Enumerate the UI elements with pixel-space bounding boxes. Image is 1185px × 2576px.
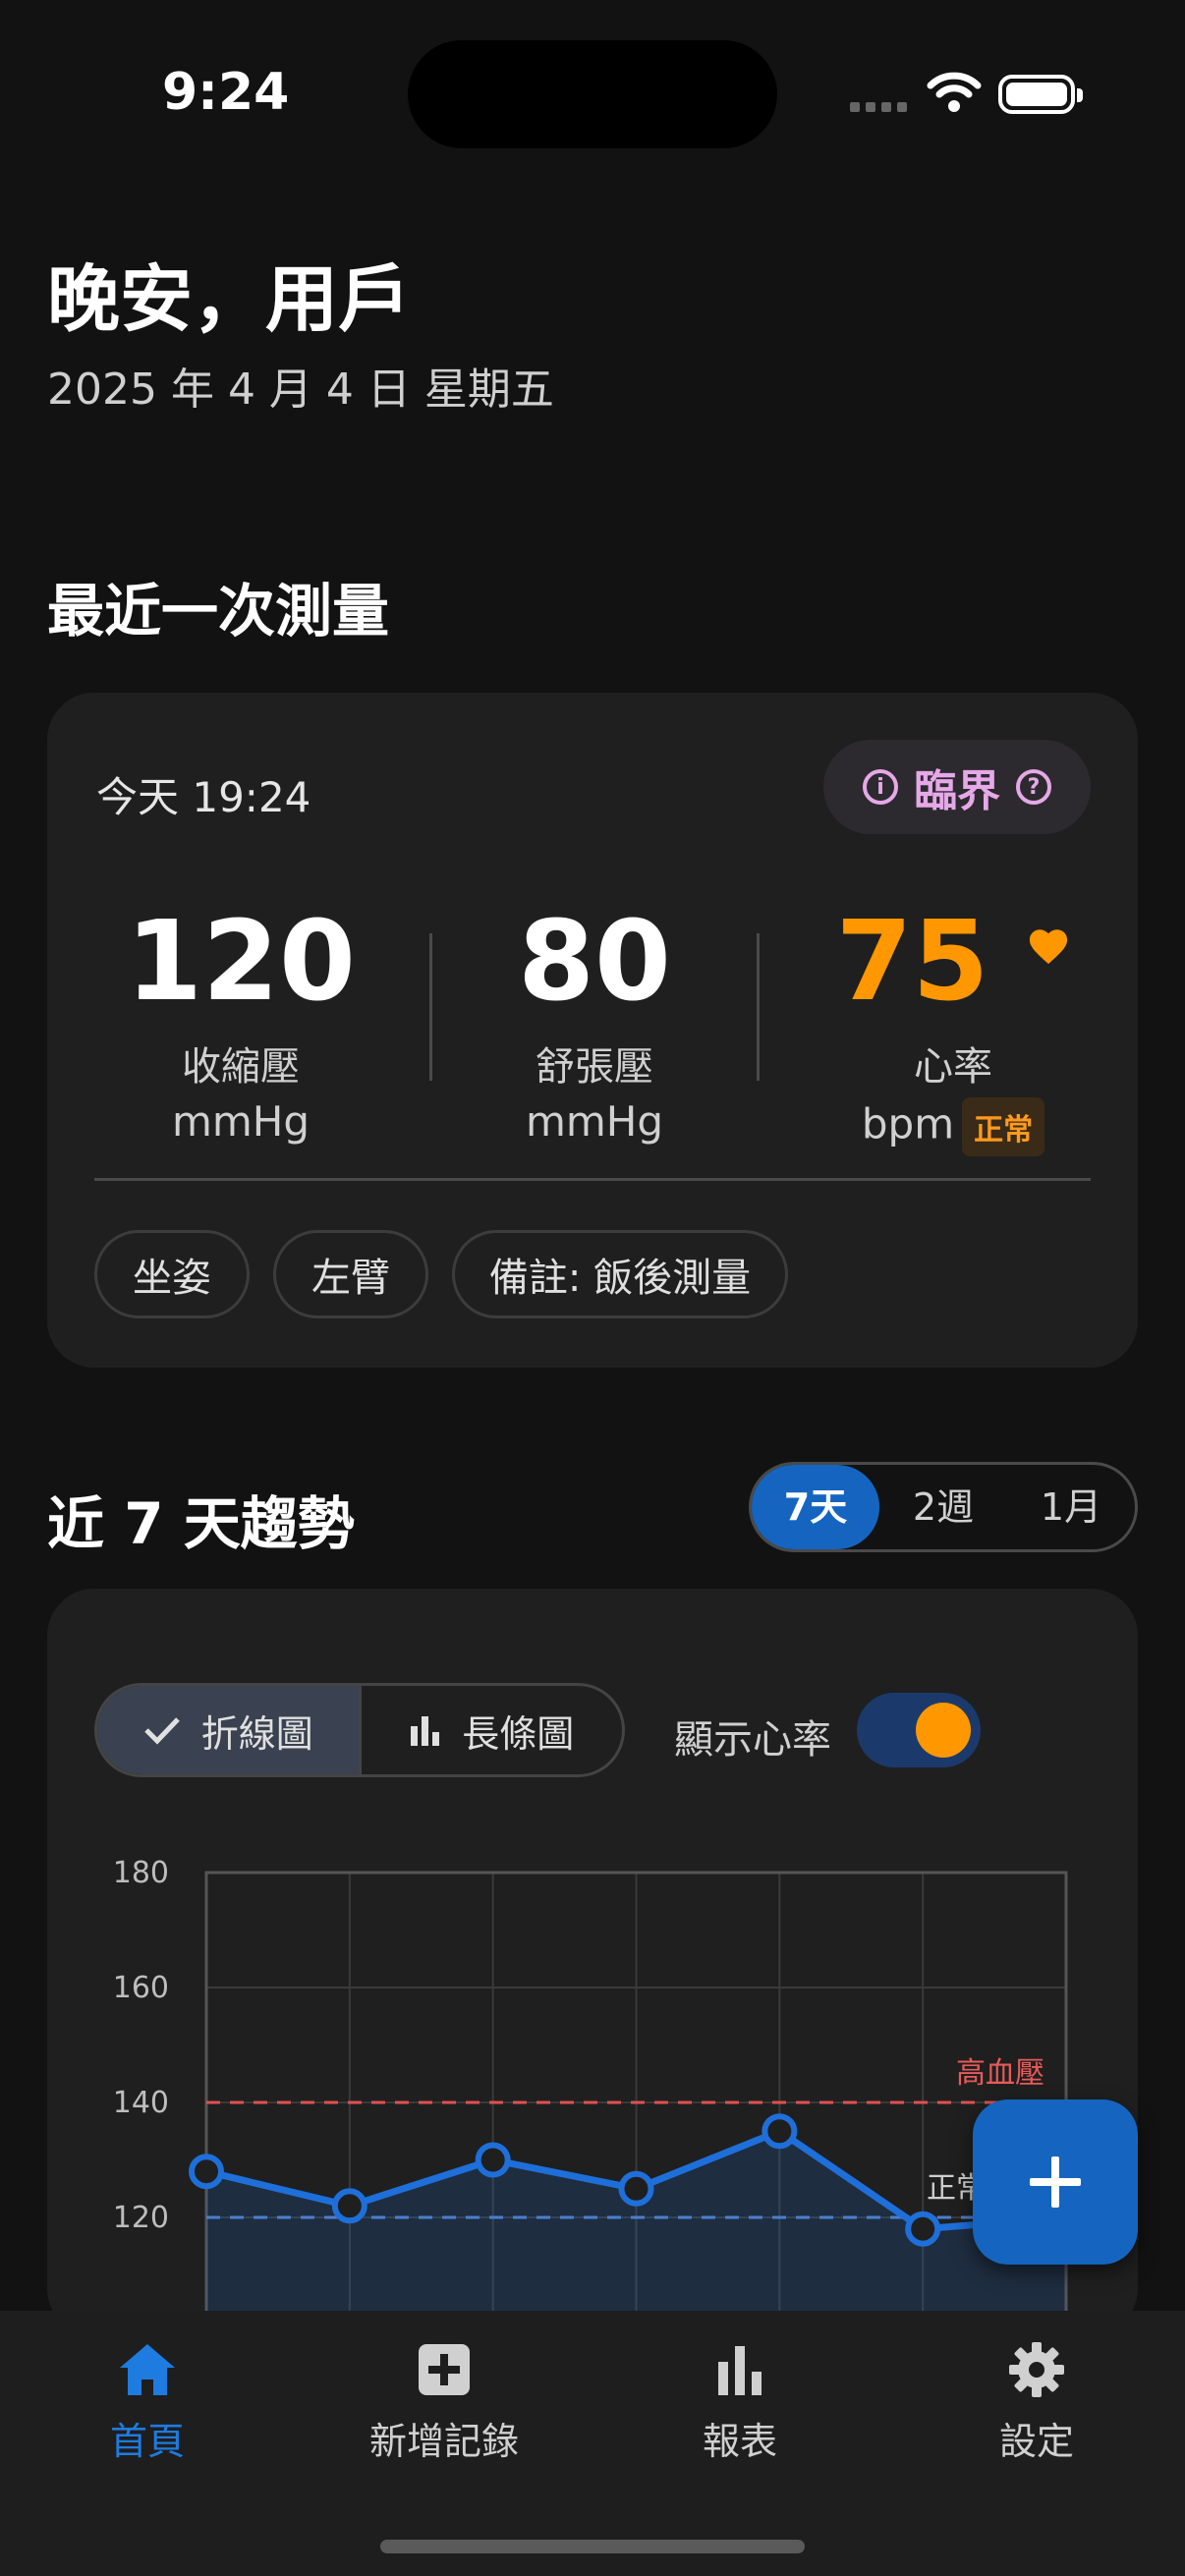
measurement-time: 今天 19:24 — [96, 773, 311, 821]
systolic-metric: 120 收縮壓 mmHg — [118, 907, 364, 1146]
bar-chart-icon — [411, 1716, 440, 1746]
bar-chart-label: 長條圖 — [462, 1711, 575, 1756]
y-tick-label: 120 — [113, 2201, 169, 2235]
latest-section-title: 最近一次測量 — [47, 578, 390, 644]
trend-section-title: 近 7 天趨勢 — [47, 1490, 355, 1557]
line-chart-button[interactable]: 折線圖 — [97, 1686, 359, 1774]
battery-icon — [998, 75, 1083, 114]
plus-icon — [1030, 2156, 1081, 2208]
data-point — [905, 2211, 941, 2247]
add-record-fab[interactable] — [973, 2100, 1138, 2265]
nav-reports-label: 報表 — [702, 2420, 777, 2463]
home-indicator — [380, 2540, 805, 2553]
help-icon: ? — [1016, 769, 1051, 805]
systolic-unit: mmHg — [171, 1097, 310, 1146]
home-icon — [120, 2344, 175, 2395]
cellular-signal-icon — [850, 102, 907, 112]
diastolic-metric: 80 舒張壓 mmHg — [472, 907, 717, 1146]
check-icon — [143, 1717, 180, 1745]
toggle-knob — [916, 1703, 971, 1758]
reference-line-label: 高血壓 — [956, 2056, 1044, 2091]
info-icon: i — [863, 769, 898, 805]
card-divider — [94, 1178, 1091, 1181]
data-point — [189, 2154, 224, 2190]
status-label: 臨界 — [914, 766, 1000, 816]
add-box-icon — [419, 2344, 470, 2395]
diastolic-unit: mmHg — [525, 1097, 664, 1146]
wifi-icon — [927, 72, 982, 112]
chart-type-toggle[interactable]: 折線圖 長條圖 — [94, 1683, 625, 1777]
heart-rate-unit: bpm — [861, 1099, 955, 1148]
line-chart-label: 折線圖 — [200, 1711, 313, 1756]
y-tick-label: 180 — [113, 1856, 169, 1890]
greeting-title: 晚安，用戶 — [47, 257, 411, 342]
dynamic-island — [408, 40, 777, 148]
nav-reports[interactable]: 報表 — [592, 2340, 887, 2465]
bp-trend-chart: 1801601401201008060高血壓正常上限 — [113, 1856, 1084, 2311]
data-point — [762, 2113, 798, 2150]
nav-settings-label: 設定 — [998, 2420, 1074, 2463]
range-1m-button[interactable]: 1月 — [1007, 1465, 1135, 1549]
diastolic-value: 80 — [518, 898, 671, 1026]
status-badge[interactable]: i 臨界 ? — [823, 740, 1091, 834]
systolic-value: 120 — [126, 898, 356, 1026]
bar-chart-button[interactable]: 長條圖 — [358, 1686, 623, 1774]
nav-add-record-label: 新增記錄 — [368, 2420, 519, 2463]
data-point — [475, 2142, 511, 2178]
nav-settings[interactable]: 設定 — [889, 2340, 1184, 2465]
heart-rate-metric: 75 心率 bpm 正常 — [825, 907, 1081, 1156]
date-label: 2025 年 4 月 4 日 星期五 — [47, 364, 554, 415]
metric-divider — [757, 933, 760, 1081]
nav-home-label: 首頁 — [109, 2420, 185, 2463]
metric-divider — [429, 933, 432, 1081]
systolic-label: 收縮壓 — [182, 1044, 300, 1090]
y-tick-label: 140 — [113, 2086, 169, 2120]
range-selector[interactable]: 7天 2週 1月 — [749, 1462, 1138, 1552]
data-point — [618, 2170, 654, 2207]
tag-chip[interactable]: 左臂 — [273, 1230, 428, 1318]
y-tick-label: 160 — [113, 1971, 169, 2005]
range-7d-button[interactable]: 7天 — [752, 1465, 879, 1549]
tag-chip[interactable]: 備註: 飯後測量 — [452, 1230, 788, 1318]
bottom-navigation: 首頁 新增記錄 報表 設定 — [0, 2311, 1185, 2576]
heart-rate-label: 心率 — [914, 1044, 992, 1090]
nav-add-record[interactable]: 新增記錄 — [297, 2340, 592, 2465]
diastolic-label: 舒張壓 — [536, 1044, 653, 1090]
show-heart-rate-label: 顯示心率 — [674, 1717, 831, 1763]
tag-chip[interactable]: 坐姿 — [94, 1230, 250, 1318]
nav-home[interactable]: 首頁 — [0, 2340, 295, 2465]
gear-icon — [1009, 2342, 1064, 2397]
data-point — [331, 2188, 367, 2224]
status-time: 9:24 — [162, 63, 290, 122]
heart-rate-value: 75 — [835, 898, 989, 1026]
range-2w-button[interactable]: 2週 — [879, 1465, 1007, 1549]
show-heart-rate-toggle[interactable] — [857, 1693, 981, 1767]
bar-chart-icon — [718, 2346, 762, 2395]
heart-icon — [1030, 929, 1068, 965]
heart-rate-status-badge: 正常 — [962, 1097, 1045, 1156]
